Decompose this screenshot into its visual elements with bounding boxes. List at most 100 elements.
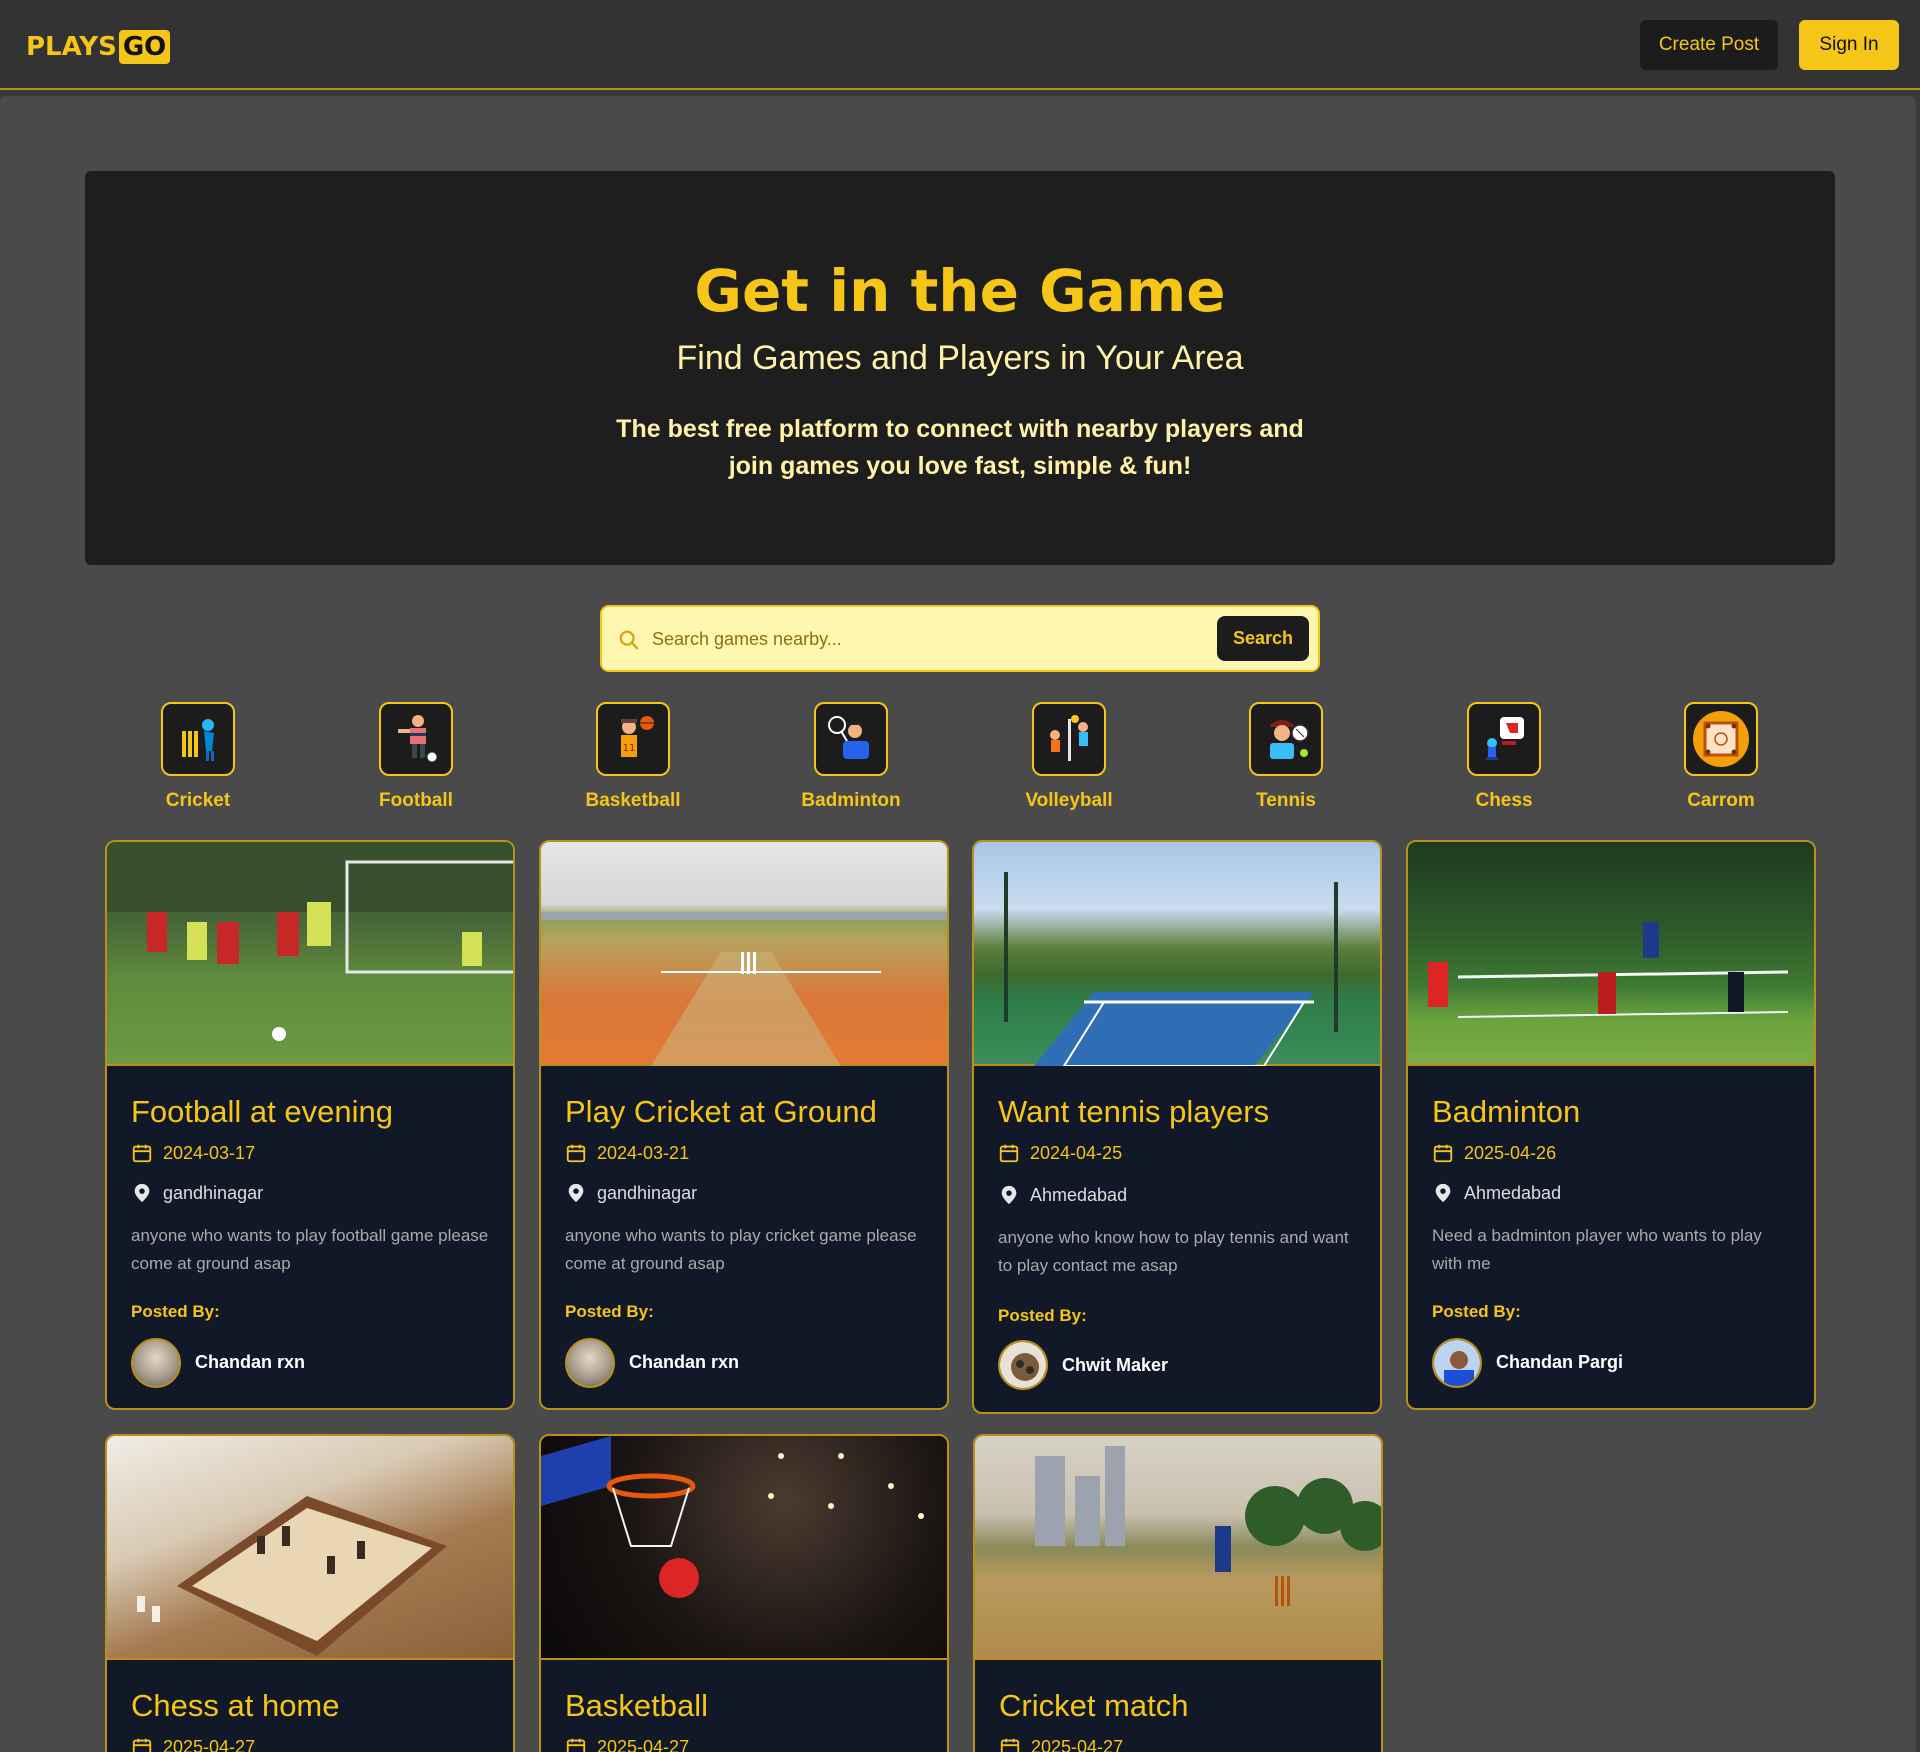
logo-text-plays: PLAYS bbox=[26, 32, 117, 62]
category-basketball[interactable]: 11 Basketball bbox=[573, 702, 693, 812]
avatar[interactable] bbox=[1432, 1338, 1482, 1388]
posted-by-label: Posted By: bbox=[1432, 1302, 1521, 1321]
category-volleyball[interactable]: Volleyball bbox=[1009, 702, 1129, 812]
post-date: 2024-04-25 bbox=[998, 1142, 1122, 1164]
post-card[interactable]: Cricket match 2025-04-27 bbox=[973, 1434, 1383, 1752]
football-icon bbox=[379, 702, 453, 776]
category-label: Volleyball bbox=[1025, 790, 1113, 811]
calendar-icon bbox=[1000, 1738, 1020, 1752]
site-logo[interactable]: PLAYS GO bbox=[26, 30, 171, 64]
author-name[interactable]: Chwit Maker bbox=[1062, 1355, 1168, 1376]
post-location: Ahmedabad bbox=[998, 1184, 1127, 1206]
hero-title: Get in the Game bbox=[694, 257, 1226, 325]
category-cricket[interactable]: Cricket bbox=[138, 702, 258, 812]
calendar-icon bbox=[566, 1738, 586, 1752]
category-football[interactable]: Football bbox=[356, 702, 476, 812]
post-description: anyone who wants to play football game p… bbox=[131, 1226, 489, 1273]
post-location-text: gandhinagar bbox=[163, 1182, 264, 1203]
post-title: Football at evening bbox=[131, 1094, 393, 1129]
sign-in-button[interactable]: Sign In bbox=[1799, 20, 1899, 70]
badminton-icon bbox=[814, 702, 888, 776]
post-date: 2025-04-27 bbox=[565, 1736, 689, 1752]
post-image-tennis bbox=[974, 842, 1380, 1067]
calendar-icon bbox=[132, 1738, 152, 1752]
post-date: 2025-04-27 bbox=[131, 1736, 255, 1752]
posted-by-label: Posted By: bbox=[565, 1302, 654, 1321]
search-input[interactable] bbox=[652, 623, 1192, 655]
create-post-button[interactable]: Create Post bbox=[1640, 20, 1778, 70]
post-date-text: 2025-04-27 bbox=[597, 1736, 690, 1752]
post-date: 2025-04-27 bbox=[999, 1736, 1123, 1752]
search-bar: Search bbox=[600, 605, 1320, 672]
logo-text-go: GO bbox=[118, 30, 171, 64]
posted-by-label: Posted By: bbox=[998, 1306, 1087, 1325]
post-card[interactable]: Play Cricket at Ground 2024-03-21 gandhi… bbox=[539, 840, 949, 1410]
category-carrom[interactable]: Carrom bbox=[1661, 702, 1781, 812]
top-navbar: PLAYS GO Create Post Sign In bbox=[0, 0, 1920, 90]
calendar-icon bbox=[999, 1144, 1019, 1163]
calendar-icon bbox=[132, 1144, 152, 1163]
location-pin-icon bbox=[1001, 1185, 1017, 1205]
basketball-icon: 11 bbox=[596, 702, 670, 776]
post-card[interactable]: Football at evening 2024-03-17 gandhinag… bbox=[105, 840, 515, 1410]
chess-icon bbox=[1467, 702, 1541, 776]
post-title: Badminton bbox=[1432, 1094, 1581, 1129]
post-location: gandhinagar bbox=[131, 1182, 263, 1204]
location-pin-icon bbox=[1435, 1183, 1451, 1203]
post-image-cricket-match bbox=[975, 1436, 1381, 1660]
category-label: Cricket bbox=[165, 790, 231, 811]
hero-subtitle: Find Games and Players in Your Area bbox=[676, 339, 1244, 377]
post-description: anyone who know how to play tennis and w… bbox=[998, 1228, 1349, 1275]
post-title: Want tennis players bbox=[998, 1094, 1270, 1129]
post-description: anyone who wants to play cricket game pl… bbox=[565, 1226, 917, 1273]
post-date: 2025-04-26 bbox=[1432, 1142, 1556, 1164]
category-label: Basketball bbox=[585, 790, 681, 811]
avatar[interactable] bbox=[565, 1338, 615, 1388]
svg-text:11: 11 bbox=[623, 743, 636, 754]
post-image-football bbox=[107, 842, 513, 1066]
post-date-text: 2025-04-27 bbox=[163, 1736, 256, 1752]
author-name[interactable]: Chandan rxn bbox=[629, 1352, 739, 1373]
search-button[interactable]: Search bbox=[1217, 616, 1309, 661]
location-pin-icon bbox=[134, 1183, 150, 1203]
post-image-chess bbox=[107, 1436, 513, 1660]
carrom-icon bbox=[1684, 702, 1758, 776]
post-title: Cricket match bbox=[999, 1688, 1189, 1723]
category-tennis[interactable]: Tennis bbox=[1226, 702, 1346, 812]
post-image-cricket bbox=[541, 842, 947, 1066]
category-chess[interactable]: Chess bbox=[1444, 702, 1564, 812]
post-date: 2024-03-17 bbox=[131, 1142, 255, 1164]
hero-description: The best free platform to connect with n… bbox=[616, 415, 1304, 480]
hero-banner: Get in the Game Find Games and Players i… bbox=[85, 171, 1835, 565]
posted-by-label: Posted By: bbox=[131, 1302, 220, 1321]
post-title: Chess at home bbox=[131, 1688, 340, 1723]
cricket-icon bbox=[161, 702, 235, 776]
post-image-basketball bbox=[541, 1436, 947, 1660]
avatar[interactable] bbox=[131, 1338, 181, 1388]
category-label: Carrom bbox=[1687, 790, 1755, 811]
post-date-text: 2024-03-21 bbox=[597, 1142, 690, 1163]
category-badminton[interactable]: Badminton bbox=[791, 702, 911, 812]
post-date-text: 2025-04-27 bbox=[1031, 1736, 1124, 1752]
category-label: Tennis bbox=[1256, 790, 1316, 811]
post-title: Play Cricket at Ground bbox=[565, 1094, 877, 1129]
category-label: Badminton bbox=[801, 790, 901, 811]
post-location-text: Ahmedabad bbox=[1464, 1182, 1562, 1203]
post-location-text: gandhinagar bbox=[597, 1182, 698, 1203]
post-date-text: 2024-04-25 bbox=[1030, 1142, 1123, 1163]
category-label: Football bbox=[379, 790, 453, 811]
location-pin-icon bbox=[568, 1183, 584, 1203]
avatar[interactable] bbox=[998, 1340, 1048, 1390]
post-description: Need a badminton player who wants to pla… bbox=[1432, 1226, 1762, 1273]
author-name[interactable]: Chandan Pargi bbox=[1496, 1352, 1623, 1373]
volleyball-icon bbox=[1032, 702, 1106, 776]
category-label: Chess bbox=[1475, 790, 1533, 811]
author-name[interactable]: Chandan rxn bbox=[195, 1352, 305, 1373]
post-card[interactable]: Chess at home 2025-04-27 bbox=[105, 1434, 515, 1752]
post-card[interactable]: Basketball 2025-04-27 bbox=[539, 1434, 949, 1752]
tennis-icon bbox=[1249, 702, 1323, 776]
post-card[interactable]: Want tennis players 2024-04-25 Ahmedabad… bbox=[972, 840, 1382, 1414]
calendar-icon bbox=[1433, 1144, 1453, 1163]
post-card[interactable]: Badminton 2025-04-26 Ahmedabad Need a ba… bbox=[1406, 840, 1816, 1410]
post-date-text: 2024-03-17 bbox=[163, 1142, 256, 1163]
